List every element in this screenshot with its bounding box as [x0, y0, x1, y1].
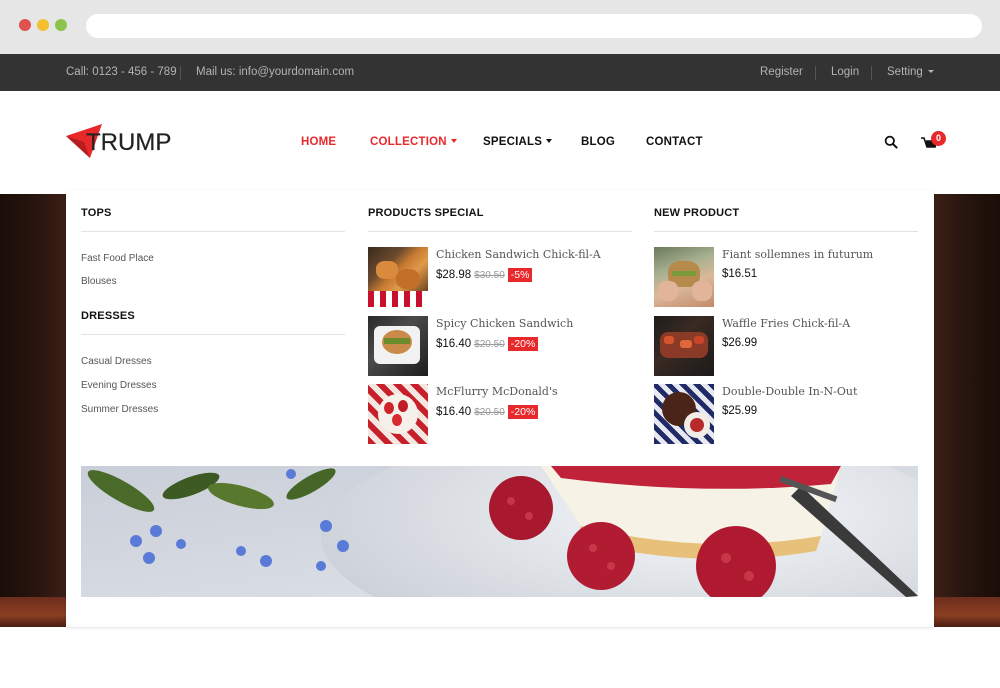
site-header: TRUMP HOME COLLECTION SPECIALS BLOG CONT… — [0, 91, 1000, 194]
login-link[interactable]: Login — [831, 54, 859, 91]
products-special-heading: PRODUCTS SPECIAL — [368, 207, 484, 219]
cart-count-badge: 0 — [931, 131, 946, 146]
link-fast-food-place[interactable]: Fast Food Place — [81, 253, 154, 264]
price-old: $20.50 — [474, 407, 505, 418]
product-price: $16.40 $20.50 -20% — [436, 337, 539, 351]
product-card[interactable]: Spicy Chicken Sandwich $16.40 $20.50 -20% — [368, 316, 632, 376]
product-name[interactable]: Chicken Sandwich Chick-fil-A — [436, 248, 601, 261]
product-name[interactable]: Fiant sollemnes in futurum — [722, 248, 873, 261]
product-name[interactable]: Waffle Fries Chick-fil-A — [722, 317, 850, 330]
product-card[interactable]: Chicken Sandwich Chick-fil-A $28.98 $30.5… — [368, 247, 632, 307]
link-casual-dresses[interactable]: Casual Dresses — [81, 356, 152, 367]
new-product-heading: NEW PRODUCT — [654, 207, 740, 219]
nav-blog[interactable]: BLOG — [581, 136, 615, 148]
discount-badge: -5% — [507, 268, 533, 282]
product-image[interactable] — [368, 316, 428, 376]
price-current: $16.40 — [436, 338, 472, 350]
chevron-down-icon — [546, 138, 553, 143]
discount-badge: -20% — [507, 405, 539, 419]
nav-collection-label: COLLECTION — [370, 136, 447, 148]
setting-dropdown[interactable]: Setting — [887, 54, 934, 91]
product-image[interactable] — [654, 247, 714, 307]
chevron-down-icon — [927, 70, 934, 74]
product-name[interactable]: McFlurry McDonald's — [436, 385, 558, 398]
chevron-down-icon — [450, 138, 457, 143]
nav-specials[interactable]: SPECIALS — [483, 136, 553, 148]
product-price: $16.40 $20.50 -20% — [436, 405, 539, 419]
minimize-window-dot[interactable] — [37, 19, 49, 31]
product-image[interactable] — [654, 384, 714, 444]
product-price: $26.99 — [722, 337, 758, 349]
wood-edge-left — [0, 597, 66, 627]
address-bar[interactable] — [86, 14, 982, 38]
divider — [81, 334, 345, 335]
nav-collection[interactable]: COLLECTION — [370, 136, 457, 148]
nav-contact[interactable]: CONTACT — [646, 136, 703, 148]
price-old: $30.50 — [474, 270, 505, 281]
collection-mega-menu: TOPS Fast Food Place Blouses DRESSES Cas… — [66, 190, 934, 627]
product-image[interactable] — [368, 384, 428, 444]
product-card[interactable]: McFlurry McDonald's $16.40 $20.50 -20% — [368, 384, 632, 444]
dresses-heading: DRESSES — [81, 310, 135, 322]
product-price: $16.51 — [722, 268, 758, 280]
product-card[interactable]: Double-Double In-N-Out $25.99 — [654, 384, 918, 444]
maximize-window-dot[interactable] — [55, 19, 67, 31]
product-image[interactable] — [368, 247, 428, 307]
price-current: $16.40 — [436, 406, 472, 418]
register-link[interactable]: Register — [760, 54, 803, 91]
product-image[interactable] — [654, 316, 714, 376]
nav-specials-label: SPECIALS — [483, 136, 543, 148]
product-price: $25.99 — [722, 405, 758, 417]
divider — [871, 66, 872, 80]
product-card[interactable]: Waffle Fries Chick-fil-A $26.99 — [654, 316, 918, 376]
site-logo[interactable]: TRUMP — [66, 124, 176, 164]
promo-banner-image[interactable] — [81, 466, 918, 597]
search-icon[interactable] — [884, 135, 898, 149]
price-current: $28.98 — [436, 269, 472, 281]
top-info-bar: Call: 0123 - 456 - 789 Mail us: info@you… — [0, 54, 1000, 91]
logo-text: TRUMP — [86, 129, 172, 156]
link-evening-dresses[interactable]: Evening Dresses — [81, 380, 157, 391]
cheesecake-photo — [81, 466, 918, 597]
link-blouses[interactable]: Blouses — [81, 276, 117, 287]
email-text: Mail us: info@yourdomain.com — [196, 66, 355, 78]
link-summer-dresses[interactable]: Summer Dresses — [81, 404, 158, 415]
tops-heading: TOPS — [81, 207, 112, 219]
browser-chrome — [0, 0, 1000, 54]
product-price: $28.98 $30.50 -5% — [436, 268, 533, 282]
divider — [180, 66, 181, 80]
divider — [815, 66, 816, 80]
product-name[interactable]: Double-Double In-N-Out — [722, 385, 857, 398]
divider — [654, 231, 918, 232]
phone-text: Call: 0123 - 456 - 789 — [66, 66, 177, 78]
wood-edge-right — [934, 597, 1000, 627]
price-old: $20.50 — [474, 339, 505, 350]
divider — [81, 231, 345, 232]
divider — [368, 231, 632, 232]
product-name[interactable]: Spicy Chicken Sandwich — [436, 317, 573, 330]
close-window-dot[interactable] — [19, 19, 31, 31]
setting-label: Setting — [887, 66, 923, 78]
discount-badge: -20% — [507, 337, 539, 351]
nav-home[interactable]: HOME — [301, 136, 336, 148]
product-card[interactable]: Fiant sollemnes in futurum $16.51 — [654, 247, 918, 307]
